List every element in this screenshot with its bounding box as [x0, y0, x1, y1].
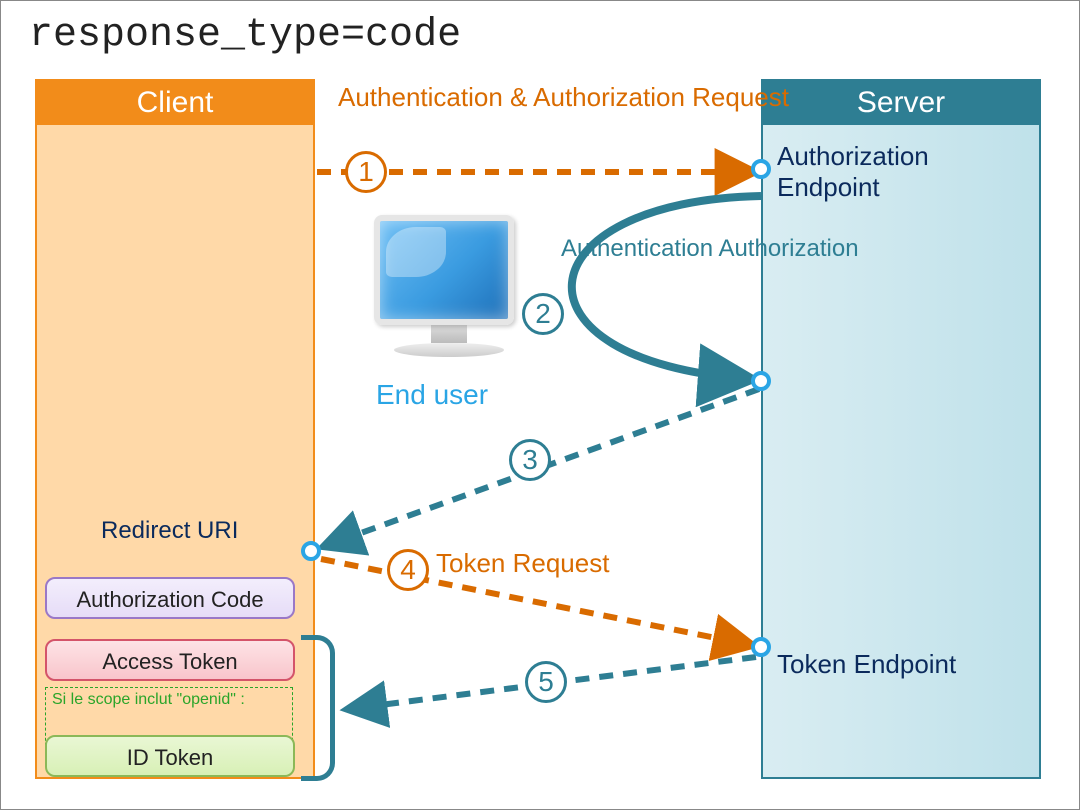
- auth-endpoint-dot-icon: [751, 159, 771, 179]
- end-user-label: End user: [376, 379, 488, 411]
- step1-label: Authentication & Authorization Request: [338, 83, 789, 113]
- step-2-circle: 2: [522, 293, 564, 335]
- server-header: Server: [763, 81, 1039, 125]
- monitor-stand-icon: [431, 325, 467, 343]
- monitor-base-icon: [394, 343, 504, 357]
- client-header: Client: [37, 81, 313, 125]
- auth-endpoint-dot2-icon: [751, 371, 771, 391]
- step-4-circle: 4: [387, 549, 429, 591]
- token-endpoint-dot-icon: [751, 637, 771, 657]
- diagram-canvas: response_type=code Client Server Authori…: [0, 0, 1080, 810]
- token-endpoint-label: Token Endpoint: [763, 641, 970, 688]
- step-1-circle: 1: [345, 151, 387, 193]
- redirect-uri-dot-icon: [301, 541, 321, 561]
- monitor-icon: [374, 215, 524, 385]
- authorization-code-box: Authorization Code: [45, 577, 295, 619]
- step-3-circle: 3: [509, 439, 551, 481]
- monitor-screen-icon: [374, 215, 514, 325]
- tokens-bracket-icon: [301, 635, 335, 781]
- id-token-box: ID Token: [45, 735, 295, 777]
- authorization-endpoint-label: Authorization Endpoint: [763, 133, 1039, 211]
- access-token-box: Access Token: [45, 639, 295, 681]
- step4-label: Token Request: [436, 549, 609, 579]
- redirect-uri-label: Redirect URI: [101, 517, 238, 545]
- server-box: Server Authorization Endpoint Token Endp…: [761, 79, 1041, 779]
- step-5-circle: 5: [525, 661, 567, 703]
- step2-label: Authentication Authorization: [561, 235, 859, 263]
- page-title: response_type=code: [29, 13, 461, 58]
